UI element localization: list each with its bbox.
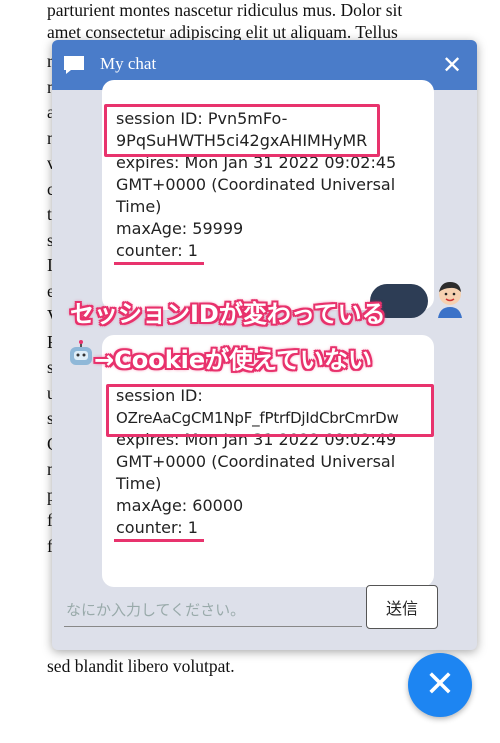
article-text-line: parturient montes nascetur ridiculus mus… — [47, 0, 403, 20]
counter-underline — [114, 539, 204, 542]
expires-text: GMT+0000 (Coordinated Universal — [116, 452, 396, 471]
chat-bubble-icon — [64, 56, 84, 74]
annotation-session-changed: セッションIDが変わっている — [70, 300, 386, 328]
input-underline — [64, 626, 362, 627]
maxage-text: maxAge: 59999 — [116, 219, 244, 238]
session-id-highlight — [106, 384, 434, 437]
counter-underline — [114, 262, 204, 265]
article-text-line: amet consectetur adipiscing elit ut aliq… — [47, 22, 398, 42]
expires-text: Time) — [116, 197, 162, 216]
chat-title: My chat — [100, 54, 157, 73]
annotation-cookie-unavailable: →Cookieが使えていない — [94, 346, 372, 374]
maxage-text: maxAge: 60000 — [116, 496, 244, 515]
close-icon[interactable]: ✕ — [437, 50, 467, 80]
session-id-highlight — [104, 104, 380, 157]
message-input[interactable] — [64, 593, 364, 627]
counter-text: counter: 1 — [116, 518, 198, 537]
chat-toggle-close-button[interactable]: ✕ — [408, 653, 472, 717]
article-text-line: sed blandit libero volutpat. — [47, 656, 235, 676]
send-button[interactable]: 送信 — [366, 585, 438, 629]
counter-text: counter: 1 — [116, 241, 198, 260]
expires-text: GMT+0000 (Coordinated Universal — [116, 175, 396, 194]
expires-text: Time) — [116, 474, 162, 493]
bot-avatar-icon — [70, 340, 92, 365]
user-avatar-icon — [438, 282, 462, 318]
